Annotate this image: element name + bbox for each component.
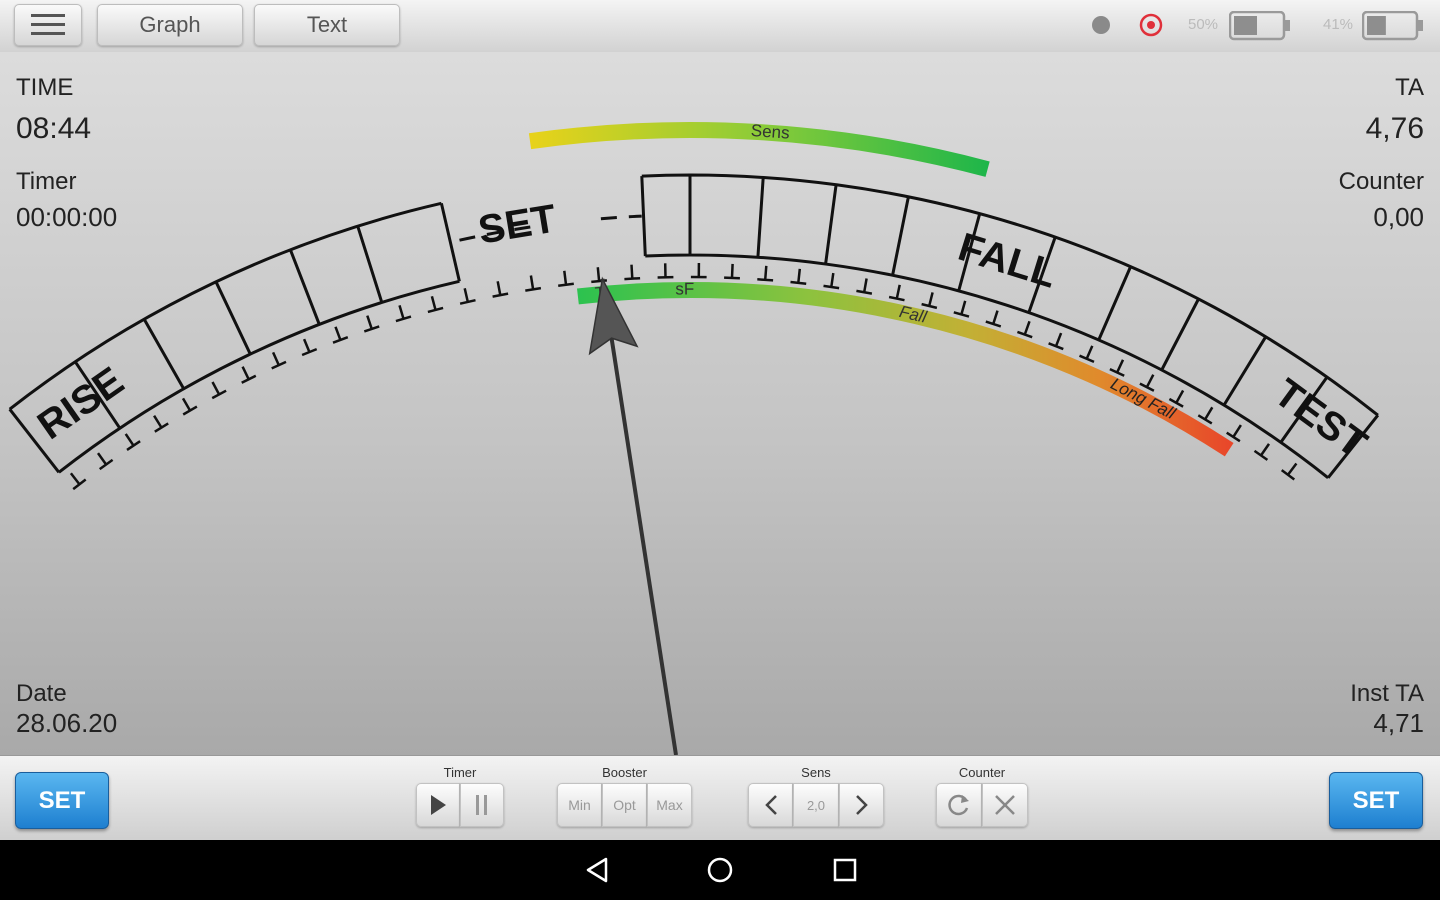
timer-group-title: Timer <box>443 765 477 780</box>
counter-group-title: Counter <box>958 765 1006 780</box>
scale-tick <box>1048 332 1064 351</box>
meter-needle <box>588 276 678 755</box>
scale-tick <box>363 315 380 333</box>
scale-tick <box>96 452 114 471</box>
sens-value: 2,0 <box>793 783 839 827</box>
scale-tick <box>271 351 287 370</box>
booster-opt-button[interactable]: Opt <box>602 783 647 827</box>
scale-tick <box>1109 359 1125 377</box>
scale-tick <box>181 397 198 416</box>
system-nav-bar <box>0 840 1440 900</box>
refresh-icon <box>948 794 969 816</box>
scale-tick <box>888 284 905 302</box>
set-label: SET <box>475 197 559 253</box>
scale-tick <box>1197 406 1214 425</box>
scale-tick <box>657 263 674 279</box>
tab-graph[interactable]: Graph <box>97 4 243 46</box>
record-dot-icon[interactable] <box>1090 14 1112 36</box>
time-value: 08:44 <box>16 112 92 145</box>
scale-tick <box>1253 443 1271 461</box>
battery-2-icon <box>1362 11 1423 41</box>
scale-tick <box>69 472 87 491</box>
close-icon <box>995 795 1015 815</box>
booster-group-title: Booster <box>602 765 647 780</box>
scale-tick <box>459 288 476 305</box>
timer-label: Timer <box>16 168 77 195</box>
scale-tick <box>395 305 412 323</box>
fall-label: FALL <box>953 225 1062 297</box>
pause-icon <box>476 795 487 815</box>
scale-tick <box>690 262 707 279</box>
hamburger-menu-icon <box>31 14 65 35</box>
meter-dial: RISE SET FALL TEST Sens T sF Fall Long F… <box>8 121 1380 755</box>
scale-tick <box>332 326 349 344</box>
menu-button[interactable] <box>14 4 82 46</box>
scale-tick <box>724 263 740 280</box>
chevron-right-icon <box>855 795 868 815</box>
booster-min-button[interactable]: Min <box>557 783 602 827</box>
scale-tick <box>921 292 938 310</box>
control-bar: SET Timer Booster Min Opt Max Sens 2,0 C… <box>0 755 1440 841</box>
recents-icon[interactable] <box>831 856 859 884</box>
scale-tick <box>241 366 257 384</box>
battery-2-fill <box>1367 16 1386 35</box>
sens-arc-label: Sens <box>750 121 790 143</box>
play-icon <box>431 795 446 815</box>
battery-2-percent: 41% <box>1323 16 1354 33</box>
back-icon[interactable] <box>584 856 612 884</box>
scale-tick <box>624 264 641 281</box>
date-label: Date <box>16 680 67 707</box>
chevron-left-icon <box>764 795 777 815</box>
scale-tick <box>1226 424 1242 443</box>
scale-tick <box>211 381 227 400</box>
top-toolbar: Graph Text 50% 41% <box>0 0 1440 53</box>
fall-band <box>640 173 1380 479</box>
target-icon[interactable] <box>1139 13 1163 37</box>
set-button-left[interactable]: SET <box>15 772 109 829</box>
timer-value: 00:00:00 <box>16 202 118 232</box>
meter-panel: RISE SET FALL TEST Sens T sF Fall Long F… <box>0 52 1440 755</box>
inst-ta-label: Inst TA <box>1350 680 1424 707</box>
inst-ta-value: 4,71 <box>1373 708 1424 738</box>
scale-tick <box>427 295 444 314</box>
tab-text[interactable]: Text <box>254 4 400 46</box>
scale-tick <box>1016 320 1033 339</box>
scale-tick <box>558 270 574 287</box>
scale-tick <box>790 268 807 285</box>
home-icon[interactable] <box>706 856 734 884</box>
booster-max-button[interactable]: Max <box>647 783 692 827</box>
set-dash-right <box>600 214 642 221</box>
counter-clear-button[interactable] <box>982 783 1028 827</box>
counter-value: 0,00 <box>1373 202 1424 232</box>
scale-tick <box>153 415 169 433</box>
scale-tick <box>1079 345 1095 364</box>
scale-tick <box>525 275 542 292</box>
ta-label: TA <box>1395 74 1424 101</box>
scale-tick <box>492 281 509 298</box>
battery-1-fill <box>1234 16 1257 35</box>
counter-label: Counter <box>1338 168 1424 195</box>
sens-increase-button[interactable] <box>839 783 884 827</box>
battery-1-icon <box>1229 11 1290 41</box>
ta-value: 4,76 <box>1365 112 1424 145</box>
scale-tick <box>823 272 840 290</box>
sf-zone-label: sF <box>675 279 694 298</box>
sens-decrease-button[interactable] <box>748 783 793 827</box>
scale-tick <box>985 310 1002 328</box>
scale-tick <box>301 338 318 357</box>
counter-reset-button[interactable] <box>936 783 982 827</box>
long-fall-zone-label: Long Fall <box>1108 374 1180 423</box>
scale-tick <box>856 278 873 295</box>
timer-play-button[interactable] <box>416 783 460 827</box>
time-label: TIME <box>16 74 74 101</box>
battery-1-percent: 50% <box>1188 16 1219 33</box>
scale-tick <box>1280 462 1298 481</box>
timer-pause-button[interactable] <box>460 783 504 827</box>
sens-group-title: Sens <box>801 765 831 780</box>
scale-tick <box>953 300 970 318</box>
set-button-right[interactable]: SET <box>1329 772 1423 829</box>
date-value: 28.06.20 <box>16 708 118 738</box>
scale-tick <box>124 433 141 451</box>
scale-tick <box>757 265 774 282</box>
